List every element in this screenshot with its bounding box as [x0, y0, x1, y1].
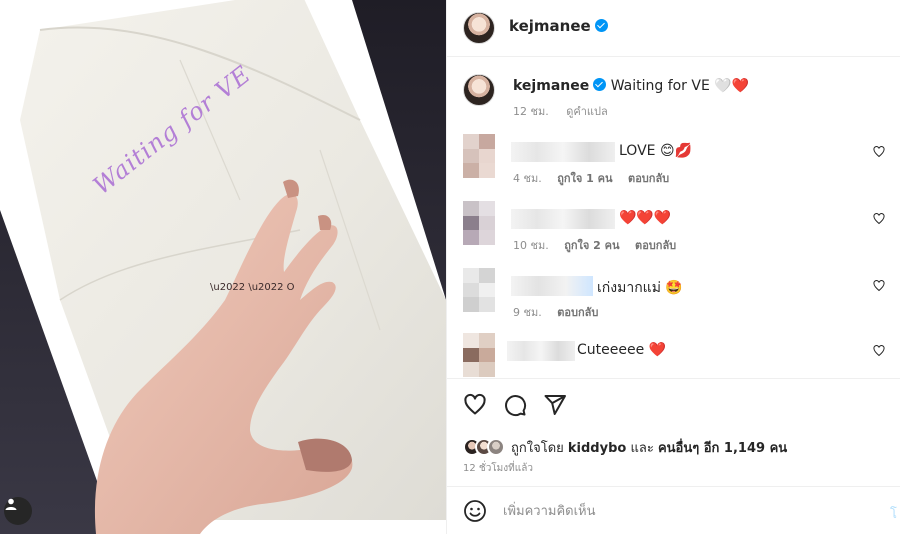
avatar[interactable]: [463, 12, 495, 44]
avatar[interactable]: [463, 201, 495, 245]
comment-item: ❤️❤️❤️ 10 ชม. ถูกใจ 2 คน ตอบกลับ: [447, 195, 900, 265]
send-icon[interactable]: [543, 393, 567, 417]
avatar: [487, 438, 505, 456]
post-header: kejmanee: [447, 0, 900, 57]
comment-time: 9 ชม.: [513, 306, 542, 319]
blurred-username[interactable]: [507, 341, 575, 361]
comment-input[interactable]: [503, 499, 863, 523]
comment-text: ❤️❤️❤️: [619, 210, 672, 226]
svg-text:\u2022 \u2022 O: \u2022 \u2022 O: [210, 282, 295, 293]
comment-text: LOVE 😊💋: [619, 143, 692, 159]
user-tag-icon[interactable]: [4, 497, 32, 525]
see-translation-link[interactable]: ดูคำแปล: [566, 105, 608, 118]
blurred-username[interactable]: [511, 142, 615, 162]
header-username[interactable]: kejmanee: [509, 17, 591, 35]
heart-icon[interactable]: [873, 280, 885, 292]
comment-text: Cuteeeee ❤️: [577, 342, 667, 358]
comment-time: 10 ชม.: [513, 239, 549, 252]
comment-item: เก่งมากแม่ 🤩 9 ชม. ตอบกลับ: [447, 262, 900, 332]
heart-icon[interactable]: [463, 393, 487, 417]
comment-item: LOVE 😊💋 4 ชม. ถูกใจ 1 คน ตอบกลับ: [447, 128, 900, 198]
comment-likes[interactable]: ถูกใจ 1 คน: [557, 172, 612, 185]
caption-username[interactable]: kejmanee: [513, 78, 589, 94]
reply-button[interactable]: ตอบกลับ: [557, 306, 598, 319]
caption-emoji: 🤍❤️: [714, 78, 750, 94]
post-button[interactable]: โ: [890, 503, 897, 524]
comment-item: Cuteeeee ❤️: [447, 327, 900, 377]
liked-by-prefix: ถูกใจโดย: [511, 440, 564, 456]
comment-icon[interactable]: [503, 393, 527, 417]
post-photo[interactable]: \u2022 \u2022 O Waiting for VE: [0, 0, 446, 534]
post-caption: kejmanee Waiting for VE 🤍❤️ 12 ชม. ดูคำแ…: [447, 70, 900, 122]
caption-time: 12 ชม.: [513, 105, 549, 118]
add-comment-bar: โ: [447, 486, 900, 534]
verified-icon: [593, 78, 607, 91]
post-timestamp: 12 ชั่วโมงที่แล้ว: [463, 463, 533, 474]
comment-time: 4 ชม.: [513, 172, 542, 185]
reply-button[interactable]: ตอบกลับ: [628, 172, 669, 185]
emoji-icon[interactable]: [463, 499, 487, 523]
avatar[interactable]: [463, 74, 495, 106]
liked-by-and: และ: [630, 440, 654, 456]
heart-icon[interactable]: [873, 345, 885, 357]
reply-button[interactable]: ตอบกลับ: [635, 239, 676, 252]
post-side-panel: kejmanee kejmanee Waiting for VE 🤍❤️ 12 …: [446, 0, 900, 534]
liked-by-user[interactable]: kiddybo: [568, 441, 626, 456]
comment-likes[interactable]: ถูกใจ 2 คน: [564, 239, 619, 252]
caption-text: Waiting for VE: [610, 78, 710, 94]
heart-icon[interactable]: [873, 146, 885, 158]
verified-icon: [594, 19, 608, 32]
liked-by-others[interactable]: คนอื่นๆ อีก 1,149 คน: [658, 441, 787, 456]
heart-icon[interactable]: [873, 213, 885, 225]
avatar[interactable]: [463, 134, 495, 178]
avatar[interactable]: [463, 268, 495, 312]
blurred-username[interactable]: [511, 209, 615, 229]
liked-by-summary[interactable]: ถูกใจโดย kiddybo และ คนอื่นๆ อีก 1,149 ค…: [463, 436, 787, 458]
instagram-post-view: \u2022 \u2022 O Waiting for VE kejmanee …: [0, 0, 900, 534]
comments-list[interactable]: LOVE 😊💋 4 ชม. ถูกใจ 1 คน ตอบกลับ ❤️❤️❤️ …: [447, 128, 900, 377]
post-actions: ถูกใจโดย kiddybo และ คนอื่นๆ อีก 1,149 ค…: [447, 378, 900, 486]
avatar[interactable]: [463, 333, 495, 377]
comment-text: เก่งมากแม่ 🤩: [597, 280, 683, 296]
blurred-username[interactable]: [511, 276, 593, 296]
